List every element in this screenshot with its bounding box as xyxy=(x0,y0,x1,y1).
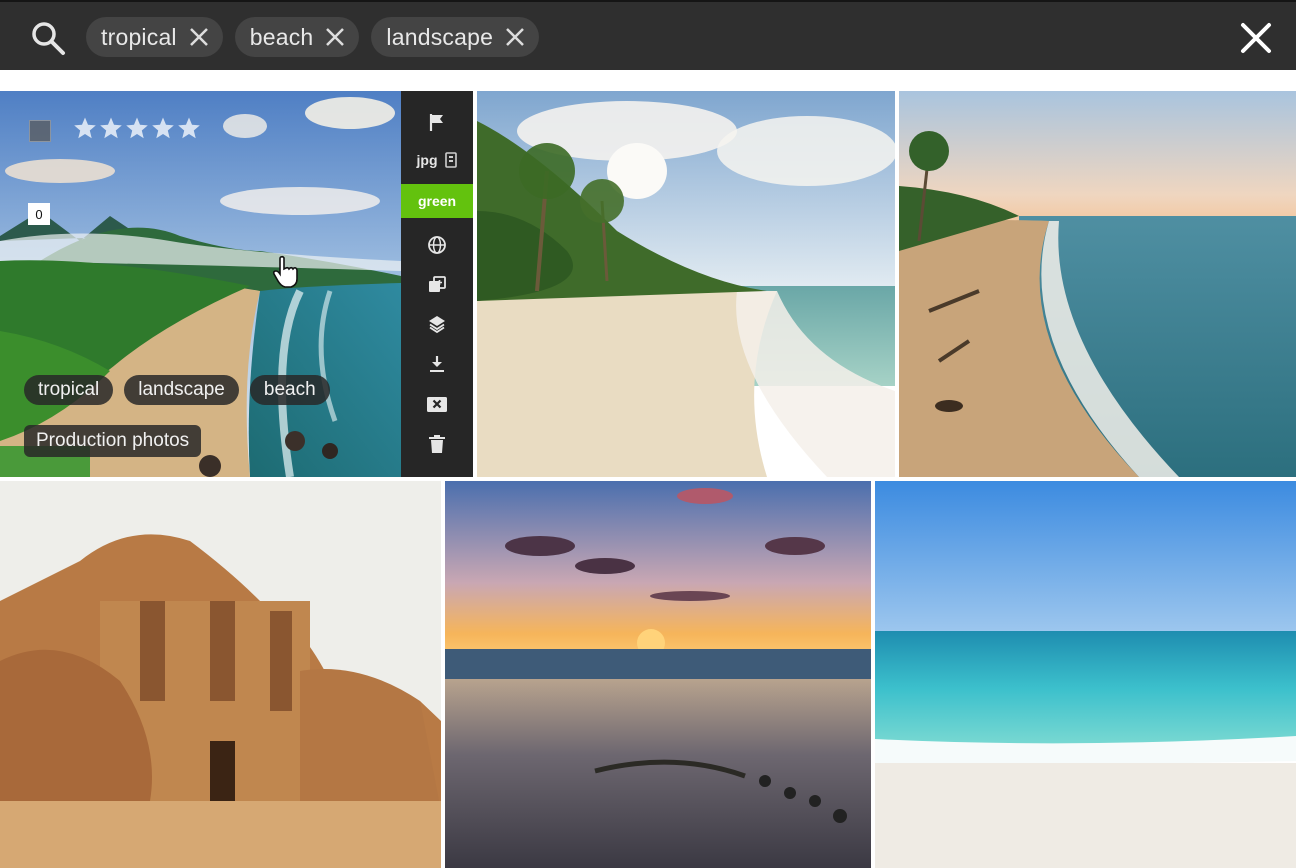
album-label[interactable]: Production photos xyxy=(24,425,202,457)
photo-image xyxy=(445,481,871,868)
star-icon[interactable] xyxy=(151,116,175,140)
tag-landscape[interactable]: landscape xyxy=(124,375,239,405)
flag-button[interactable] xyxy=(401,105,473,139)
search-chips: tropical beach landscape xyxy=(86,17,540,57)
star-icon[interactable] xyxy=(99,116,123,140)
globe-icon xyxy=(428,236,446,254)
remove-chip-icon[interactable] xyxy=(187,25,211,49)
tag-beach[interactable]: beach xyxy=(249,375,330,405)
chip-label: tropical xyxy=(101,23,177,50)
remove-chip-icon[interactable] xyxy=(323,25,347,49)
star-icon[interactable] xyxy=(73,116,97,140)
color-label-button[interactable]: green xyxy=(401,184,473,218)
star-icon[interactable] xyxy=(177,116,201,140)
search-bar: tropical beach landscape xyxy=(0,0,1296,70)
copy-icon xyxy=(429,276,446,292)
trash-icon xyxy=(429,435,445,453)
download-button[interactable] xyxy=(401,347,473,381)
archive-button[interactable] xyxy=(401,387,473,421)
photo-tile[interactable] xyxy=(445,481,871,868)
photo-action-toolbar: jpg green xyxy=(401,91,473,477)
search-icon[interactable] xyxy=(28,18,68,58)
photo-tile[interactable] xyxy=(899,91,1296,477)
comment-count-badge: 0 xyxy=(28,203,50,225)
photo-image xyxy=(0,91,401,477)
format-label: jpg xyxy=(416,152,438,168)
photo-tile[interactable] xyxy=(875,481,1296,868)
photo-image xyxy=(477,91,895,477)
photo-image xyxy=(0,481,441,868)
photo-image xyxy=(899,91,1296,477)
photo-image xyxy=(875,481,1296,868)
search-chip-tropical[interactable]: tropical xyxy=(86,17,223,57)
search-chip-landscape[interactable]: landscape xyxy=(371,17,540,57)
file-format-button[interactable]: jpg xyxy=(401,143,473,177)
flag-icon xyxy=(429,114,443,131)
remove-chip-icon[interactable] xyxy=(503,25,527,49)
photo-tile[interactable] xyxy=(0,481,441,868)
chip-label: landscape xyxy=(386,23,494,50)
stack-button[interactable] xyxy=(401,307,473,341)
stack-icon xyxy=(429,316,445,334)
select-checkbox[interactable] xyxy=(29,120,51,142)
photo-tags: tropical landscape beach xyxy=(24,375,330,405)
search-chip-beach[interactable]: beach xyxy=(234,17,360,57)
download-icon xyxy=(430,356,444,372)
archive-icon xyxy=(427,397,447,412)
duplicate-button[interactable] xyxy=(401,268,473,302)
chip-label: beach xyxy=(249,23,314,50)
close-search-icon[interactable] xyxy=(1238,20,1274,56)
pointer-cursor-icon xyxy=(272,255,298,288)
photo-tile[interactable]: 0 tropical landscape beach Production ph… xyxy=(0,91,401,477)
delete-button[interactable] xyxy=(401,427,473,461)
star-icon[interactable] xyxy=(125,116,149,140)
rating-stars[interactable] xyxy=(73,116,201,140)
tag-tropical[interactable]: tropical xyxy=(24,375,114,405)
photo-tile[interactable] xyxy=(477,91,895,477)
raw-file-icon xyxy=(444,152,457,168)
geolocation-button[interactable] xyxy=(401,228,473,262)
